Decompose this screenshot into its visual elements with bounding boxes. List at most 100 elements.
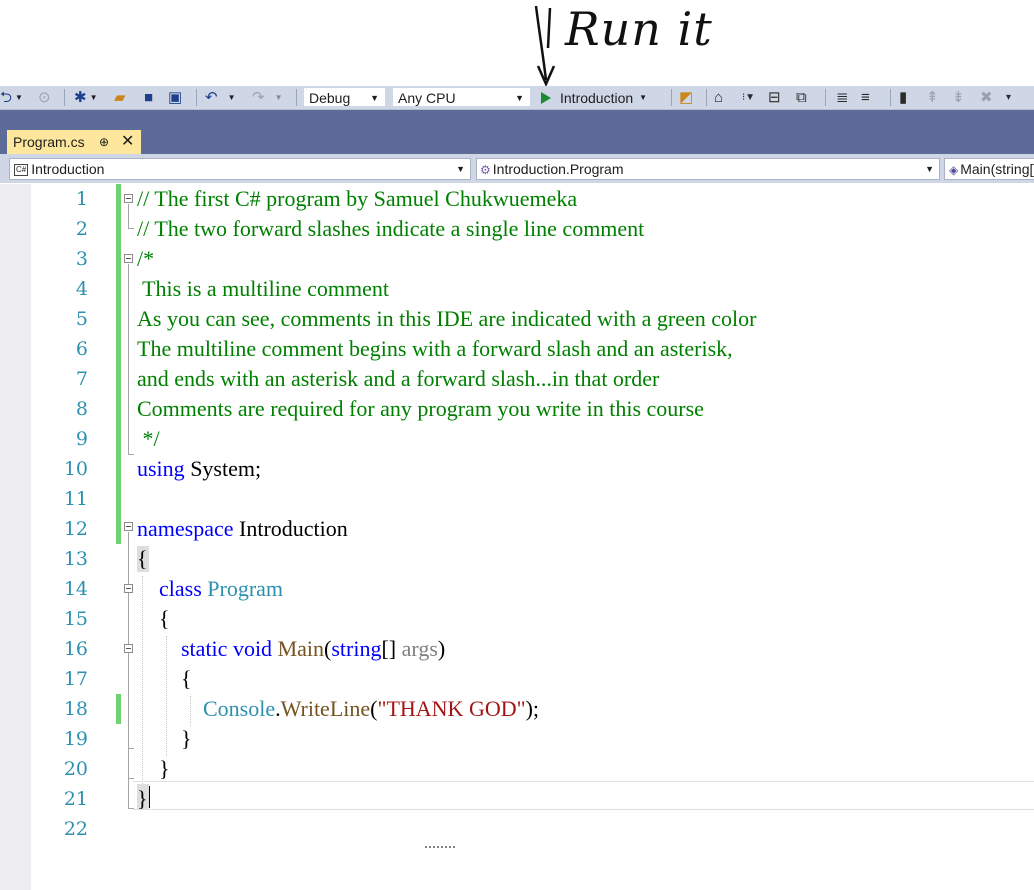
home-icon: ⌂ — [714, 89, 724, 106]
code-token: Main — [277, 636, 325, 661]
find-icon: ◩ — [679, 89, 694, 106]
navigation-bar: C# Introduction ▼ ⚙ Introduction.Program ▼… — [0, 154, 1034, 183]
line-number: 18 — [63, 698, 88, 720]
project-dropdown[interactable]: C# Introduction ▼ — [9, 158, 471, 180]
code-token: */ — [137, 426, 160, 451]
code-line: using System; — [137, 454, 261, 484]
pin-icon[interactable]: ⊕ — [99, 130, 109, 154]
line-number: 17 — [63, 668, 88, 690]
line-number: 1 — [75, 188, 88, 210]
play-icon — [541, 91, 551, 104]
save-button[interactable]: ■ — [144, 86, 153, 109]
method-icon: ◈ — [949, 163, 959, 177]
outline-end — [128, 778, 134, 779]
close-icon[interactable]: ✕ — [121, 130, 134, 154]
start-debugging-button[interactable]: Introduction ▼ — [541, 86, 647, 109]
code-token: } — [137, 786, 148, 811]
code-line: Console.WriteLine("THANK GOD"); — [137, 694, 539, 724]
toolbar-options-button[interactable]: ▾ — [1006, 86, 1011, 109]
line-number: 19 — [63, 728, 88, 750]
type-dropdown-value: Introduction.Program — [492, 161, 624, 177]
code-token: } — [137, 756, 170, 781]
next-bookmark-button[interactable]: ⇟ — [952, 86, 965, 109]
step-into-button[interactable]: ⊟ — [768, 86, 781, 109]
code-token: System; — [184, 456, 262, 481]
code-line: This is a multiline comment — [137, 274, 389, 304]
collapse-region-icon[interactable] — [124, 644, 133, 653]
back-button[interactable]: ⮌ ▼ — [0, 86, 23, 109]
open-file-button[interactable]: ▰ — [114, 86, 126, 109]
code-token: The multiline comment begins with a forw… — [137, 336, 733, 361]
bookmark-button[interactable]: ▮ — [899, 86, 907, 109]
standard-toolbar: ⮌ ▼ ⊙ ✱ ▼ ▰ ■ ▣ ↶ ▼ ↷ ▼ Debug ▼ Any CPU ▼ In… — [0, 86, 1034, 110]
toolbar-separator — [706, 89, 707, 106]
clear-bookmarks-button[interactable]: ✖ — [980, 86, 993, 109]
tab-title: Program.cs — [13, 134, 85, 150]
browser-link-button[interactable]: ◩ — [679, 86, 693, 109]
code-token: string — [331, 636, 382, 661]
save-all-button[interactable]: ▣ — [168, 86, 182, 109]
new-project-button[interactable]: ✱ ▼ — [74, 86, 98, 109]
forward-icon: ⊙ — [38, 89, 51, 106]
code-token: As you can see, comments in this IDE are… — [137, 306, 757, 331]
code-line: { — [137, 664, 192, 694]
outline-end — [128, 228, 134, 229]
collapse-region-icon[interactable] — [124, 254, 133, 263]
show-threads-button[interactable]: ⧉ — [796, 86, 807, 109]
uncomment-lines-button[interactable]: ≡ — [861, 86, 870, 109]
next-bookmark-icon: ⇟ — [952, 89, 965, 106]
project-dropdown-value: Introduction — [31, 161, 105, 177]
current-line-highlight — [133, 781, 1034, 810]
solution-configuration-select[interactable]: Debug ▼ — [303, 87, 386, 107]
line-number: 6 — [75, 338, 88, 360]
code-token: void — [232, 636, 273, 661]
tab-program-cs[interactable]: Program.cs ⊕ ✕ — [7, 130, 141, 154]
code-line: and ends with an asterisk and a forward … — [137, 364, 659, 394]
code-line: namespace Introduction — [137, 514, 348, 544]
collapse-region-icon[interactable] — [124, 522, 133, 531]
type-dropdown[interactable]: ⚙ Introduction.Program ▼ — [476, 158, 940, 180]
code-line: class Program — [137, 574, 283, 604]
editor-left-margin — [0, 184, 31, 890]
line-number: 2 — [75, 218, 88, 240]
change-indicator — [116, 184, 121, 544]
code-token: class — [159, 576, 202, 601]
toolbar-separator — [825, 89, 826, 106]
redo-icon: ↷ — [252, 89, 265, 106]
redo-button[interactable]: ↷ ▼ — [252, 86, 283, 109]
outline-line — [128, 204, 129, 228]
line-number: 16 — [63, 638, 88, 660]
member-dropdown[interactable]: ◈Main(string[] args) — [944, 158, 1034, 180]
change-indicator — [116, 694, 121, 724]
outline-end — [128, 748, 134, 749]
collapse-region-icon[interactable] — [124, 584, 133, 593]
line-number: 14 — [63, 578, 88, 600]
overflow-button[interactable]: ⁝▼ — [742, 86, 755, 109]
solution-configuration-value: Debug — [309, 90, 351, 106]
line-number: 21 — [63, 788, 88, 810]
document-tab-strip: Program.cs ⊕ ✕ — [0, 130, 1034, 154]
code-token: /* — [137, 246, 155, 271]
home-button[interactable]: ⌂ — [714, 86, 723, 109]
comment-lines-button[interactable]: ≣ — [836, 86, 849, 109]
toolbar-separator — [890, 89, 891, 106]
collapse-region-icon[interactable] — [124, 194, 133, 203]
chevron-down-icon: ▼ — [227, 93, 236, 102]
comment-lines-icon: ≣ — [836, 89, 849, 106]
clear-bookmarks-icon: ✖ — [980, 89, 993, 106]
line-number: 22 — [63, 818, 88, 840]
line-number: 11 — [63, 488, 88, 510]
code-editor[interactable]: 1 2 3 4 5 6 7 8 9 10 11 12 13 14 15 16 17 18 19 20 21 22 // T… — [0, 184, 1034, 890]
solution-platform-select[interactable]: Any CPU ▼ — [392, 87, 531, 107]
save-all-icon: ▣ — [168, 89, 183, 106]
annotation-text: Run it — [565, 2, 713, 56]
threads-icon: ⧉ — [796, 89, 807, 106]
line-number: 20 — [63, 758, 88, 780]
code-line: // The two forward slashes indicate a si… — [137, 214, 644, 244]
forward-button[interactable]: ⊙ — [38, 86, 51, 109]
annotation-area: Run it — [0, 0, 1034, 86]
previous-bookmark-button[interactable]: ⇞ — [926, 86, 939, 109]
code-token: { — [137, 666, 192, 691]
undo-button[interactable]: ↶ ▼ — [205, 86, 236, 109]
